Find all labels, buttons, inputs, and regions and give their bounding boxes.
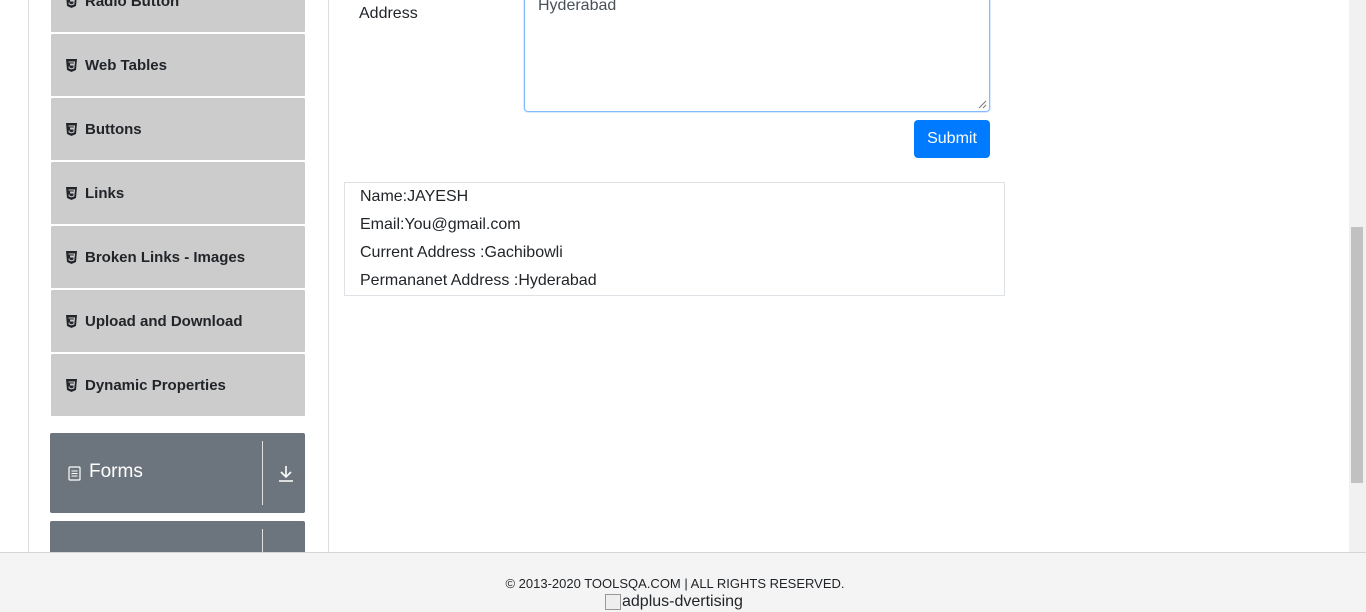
output-panel: Name:JAYESH Email:You@gmail.com Current … (344, 182, 1005, 296)
output-current-address: Current Address :Gachibowli (360, 244, 563, 261)
sidebar-item-label: Upload and Download (85, 312, 243, 330)
group-header-forms[interactable]: Forms (50, 433, 305, 513)
ad-banner[interactable]: adplus-dvertising (605, 593, 743, 611)
output-email: Email:You@gmail.com (360, 216, 521, 233)
footer: © 2013-2020 TOOLSQA.COM | ALL RIGHTS RES… (0, 552, 1366, 612)
scrollbar-thumb[interactable] (1351, 227, 1363, 483)
sidebar-item-upload-download[interactable]: Upload and Download (51, 290, 305, 352)
html5-icon (66, 122, 77, 136)
sidebar-item-label: Broken Links - Images (85, 248, 246, 266)
group-header-label-wrap: Forms (68, 461, 143, 483)
broken-image-icon (605, 594, 621, 610)
output-name: Name:JAYESH (360, 188, 469, 205)
vertical-scrollbar[interactable] (1349, 0, 1366, 552)
html5-icon (66, 186, 77, 200)
sidebar-item-label: Web Tables (85, 56, 167, 74)
sidebar-item-label: Radio Button (85, 0, 180, 10)
sidebar-item-buttons[interactable]: Buttons (51, 98, 305, 160)
sidebar-item-links[interactable]: Links (51, 162, 305, 224)
sidebar-item-broken-links[interactable]: Broken Links - Images (51, 226, 305, 288)
html5-icon (66, 0, 77, 8)
permanent-address-textarea[interactable]: Hyderabad (524, 0, 990, 112)
textarea-value: Hyderabad (538, 0, 617, 14)
html5-icon (66, 378, 77, 392)
group-header-label: Forms (89, 461, 143, 482)
page: Radio Button Web Tables Buttons Links Br… (0, 0, 1366, 612)
html5-icon (66, 250, 77, 264)
submit-button[interactable]: Submit (914, 120, 990, 158)
sidebar-item-web-tables[interactable]: Web Tables (51, 34, 305, 96)
sidebar-item-label: Buttons (85, 120, 142, 138)
resize-grip-icon[interactable] (978, 100, 987, 109)
html5-icon (66, 314, 77, 328)
download-arrow-icon[interactable] (278, 465, 294, 483)
copyright-text: © 2013-2020 TOOLSQA.COM | ALL RIGHTS RES… (505, 576, 845, 591)
ad-alt-text: adplus-dvertising (622, 593, 743, 610)
sidebar-item-label: Dynamic Properties (85, 376, 226, 394)
document-icon (68, 466, 81, 481)
sidebar-item-label: Links (85, 184, 125, 202)
html5-icon (66, 58, 77, 72)
permanent-address-label: Address (359, 5, 418, 22)
divider (262, 441, 263, 505)
output-permanent-address: Permananet Address :Hyderabad (360, 272, 597, 289)
sidebar-item-radio-button[interactable]: Radio Button (51, 0, 305, 32)
sidebar-item-dynamic-properties[interactable]: Dynamic Properties (51, 354, 305, 416)
